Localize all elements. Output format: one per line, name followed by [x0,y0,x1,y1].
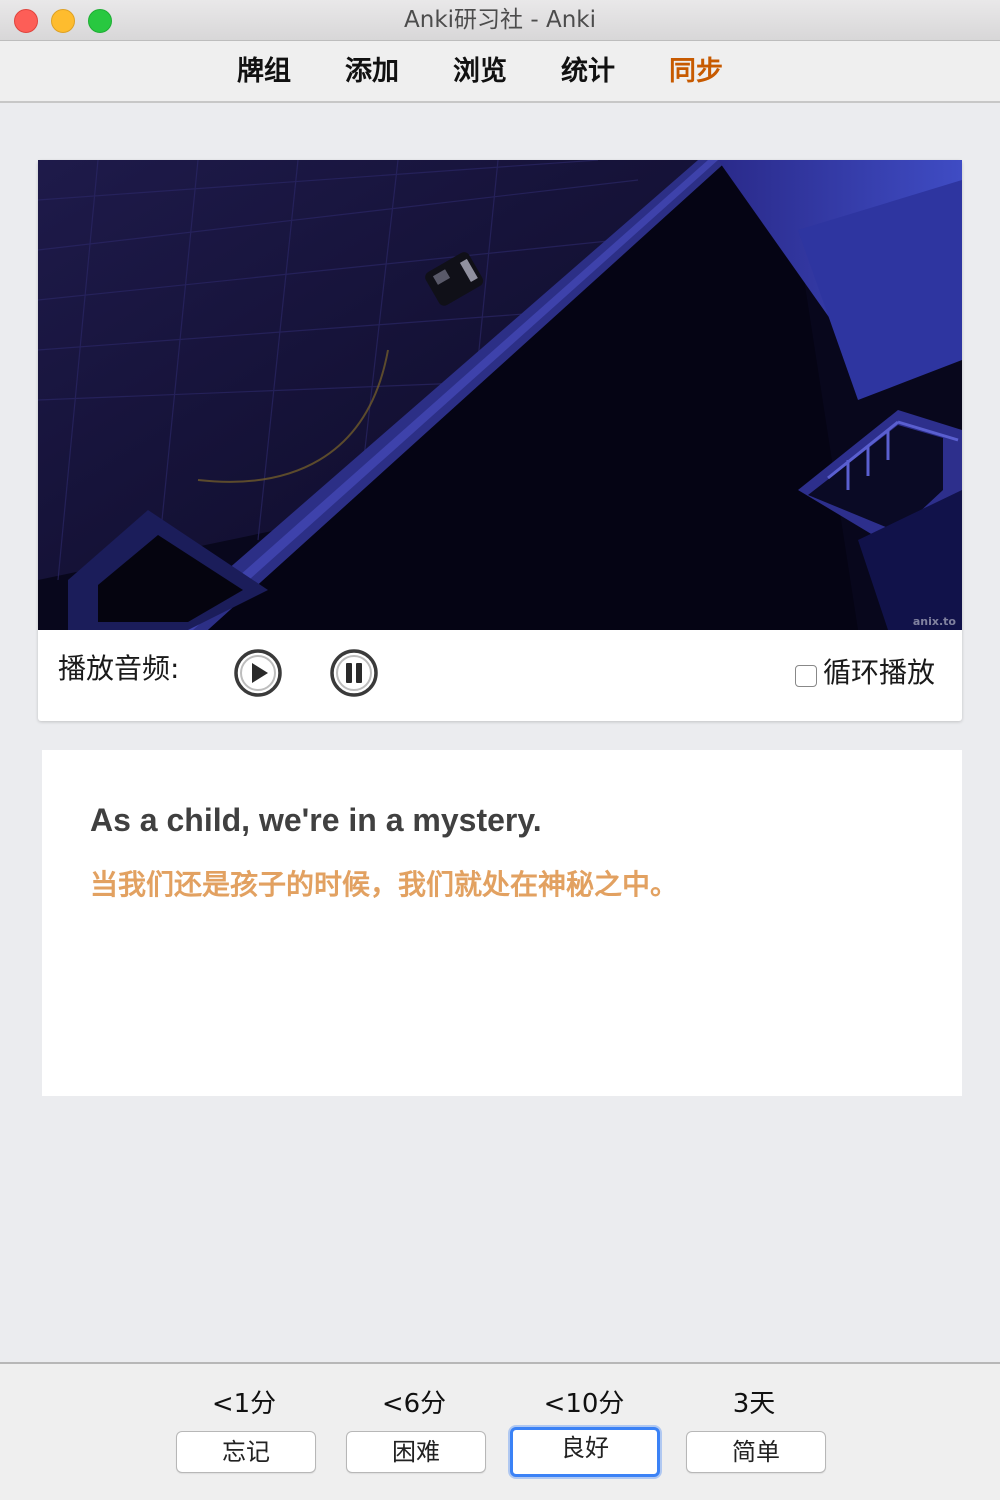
play-button[interactable] [232,647,284,699]
audio-label: 播放音频: [58,652,180,685]
chinese-translation: 当我们还是孩子的时候，我们就处在神秘之中。 [90,868,679,901]
loop-label[interactable]: 循环播放 [823,653,935,693]
nav-stats[interactable]: 统计 [561,53,615,91]
answer-bar [0,1362,1000,1500]
video-card: anix.to 播放音频: 循环播放 [38,160,962,721]
again-button[interactable]: 忘记 [176,1431,316,1473]
interval-again: <1分 [211,1389,277,1419]
nav-add[interactable]: 添加 [345,53,399,91]
video-player[interactable]: anix.to [38,160,962,630]
nav-decks[interactable]: 牌组 [237,53,291,91]
nav-sync[interactable]: 同步 [669,53,723,91]
title-bar: Anki研习社 - Anki [0,0,1000,41]
video-frame-image [38,160,962,630]
window-title: Anki研习社 - Anki [404,7,596,33]
nav-browse[interactable]: 浏览 [453,53,507,91]
pause-button[interactable] [328,647,380,699]
top-toolbar: 牌组 添加 浏览 统计 同步 [0,41,1000,103]
hard-button[interactable]: 困难 [346,1431,486,1473]
loop-checkbox[interactable] [795,665,817,687]
good-button[interactable]: 良好 [510,1427,660,1477]
english-sentence: As a child, we're in a mystery. [90,802,542,838]
play-icon [234,649,282,697]
interval-good: <10分 [543,1389,625,1419]
easy-button[interactable]: 简单 [686,1431,826,1473]
video-watermark: anix.to [912,615,956,628]
card-content: As a child, we're in a mystery. 当我们还是孩子的… [42,750,962,1096]
interval-hard: <6分 [381,1389,447,1419]
interval-easy: 3天 [732,1389,776,1419]
pause-icon [330,649,378,697]
